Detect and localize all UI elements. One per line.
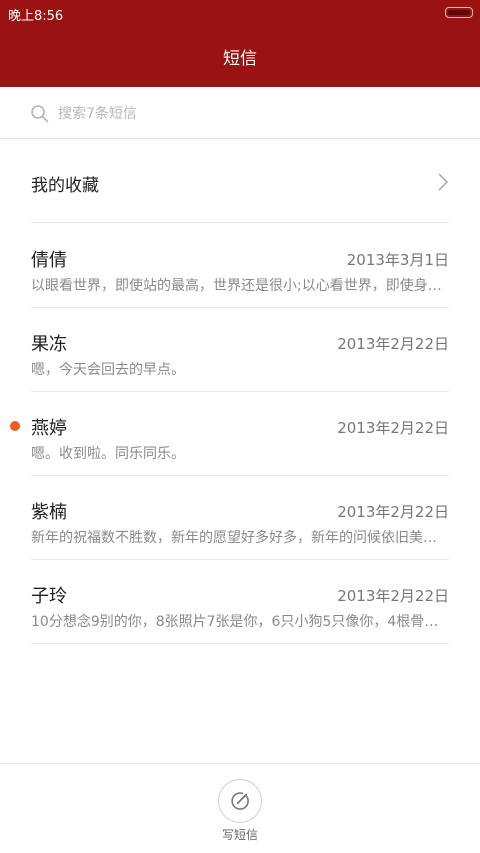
contact-name: 紫楠 [31, 502, 67, 523]
header-bar: 晚上8:56 短信 [0, 0, 480, 87]
page-title: 短信 [223, 49, 257, 69]
sms-screen: 晚上8:56 短信 我的收藏 倩倩 2013年3月1日 以眼看世界，即使站的最高… [0, 0, 480, 853]
message-date: 2013年2月22日 [337, 419, 449, 437]
message-date: 2013年2月22日 [337, 335, 449, 353]
search-input[interactable] [56, 101, 440, 127]
message-date: 2013年3月1日 [346, 251, 449, 269]
status-time: 晚上8:56 [8, 9, 64, 24]
message-date: 2013年2月22日 [337, 503, 449, 521]
search-bar[interactable] [0, 87, 480, 139]
bottom-bar: 写短信 [0, 763, 480, 853]
contact-name: 子玲 [31, 586, 67, 607]
compose-button[interactable] [218, 779, 262, 823]
unread-indicator [10, 421, 20, 431]
battery-icon [445, 7, 473, 18]
contact-name: 倩倩 [31, 250, 67, 271]
favorites-label: 我的收藏 [31, 176, 99, 196]
message-date: 2013年2月22日 [337, 587, 449, 605]
conversation-item[interactable]: 紫楠 2013年2月22日 新年的祝福数不胜数，新年的愿望好多好多，新年的问候依… [31, 476, 449, 560]
search-icon [31, 105, 49, 123]
message-preview: 以眼看世界，即使站的最高，世界还是很小;以心看世界，即使身… [31, 278, 442, 294]
compose-icon [231, 792, 249, 810]
contact-name: 果冻 [31, 334, 67, 355]
chevron-right-icon [438, 173, 449, 191]
conversation-item[interactable]: 倩倩 2013年3月1日 以眼看世界，即使站的最高，世界还是很小;以心看世界，即… [31, 224, 449, 308]
conversation-item[interactable]: 子玲 2013年2月22日 10分想念9别的你，8张照片7张是你，6只小狗5只像… [31, 560, 449, 644]
conversation-item[interactable]: 燕婷 2013年2月22日 嗯。收到啦。同乐同乐。 [10, 392, 449, 476]
conversation-item[interactable]: 果冻 2013年2月22日 嗯，今天会回去的早点。 [31, 308, 449, 392]
message-preview: 10分想念9别的你，8张照片7张是你，6只小狗5只像你，4根骨… [31, 614, 439, 630]
favorites-row[interactable]: 我的收藏 [31, 140, 449, 223]
message-preview: 嗯。收到啦。同乐同乐。 [31, 446, 185, 462]
contact-name: 燕婷 [31, 418, 67, 439]
message-preview: 新年的祝福数不胜数，新年的愿望好多好多，新年的问候依旧美… [31, 530, 437, 546]
message-preview: 嗯，今天会回去的早点。 [31, 362, 185, 378]
compose-label: 写短信 [221, 828, 258, 842]
